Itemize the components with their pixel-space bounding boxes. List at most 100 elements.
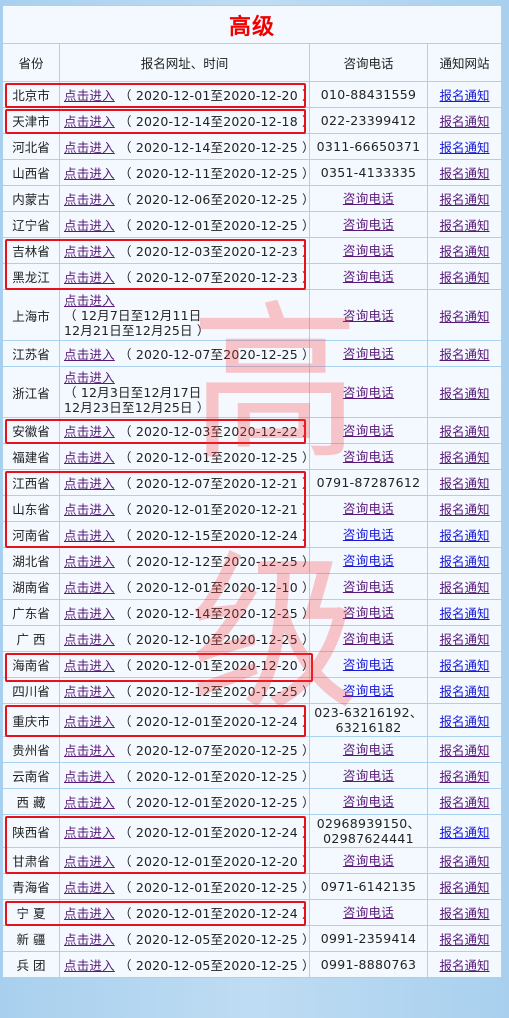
enter-link[interactable]: 点击进入 [64, 347, 115, 362]
phone-link[interactable]: 咨询电话 [343, 905, 394, 920]
phone-link[interactable]: 咨询电话 [343, 853, 394, 868]
notice-link[interactable]: 报名通知 [440, 795, 490, 810]
enter-link[interactable]: 点击进入 [64, 244, 115, 259]
phone-link[interactable]: 咨询电话 [343, 501, 394, 516]
phone-link[interactable]: 咨询电话 [343, 768, 394, 783]
enter-link[interactable]: 点击进入 [64, 632, 115, 647]
notice-link[interactable]: 报名通知 [440, 192, 490, 207]
enter-link[interactable]: 点击进入 [64, 192, 115, 207]
notice-link[interactable]: 报名通知 [440, 244, 490, 259]
enter-link[interactable]: 点击进入 [64, 502, 115, 517]
enter-link[interactable]: 点击进入 [64, 270, 115, 285]
notice-link[interactable]: 报名通知 [440, 502, 490, 517]
notice-link[interactable]: 报名通知 [440, 309, 490, 324]
registration-cell: 点击进入 （ 2020-12-07至2020-12-23 ） [59, 263, 315, 290]
notice-link[interactable]: 报名通知 [440, 218, 490, 233]
phone-number: 0991-8880763 [320, 957, 417, 972]
phone-cell: 咨询电话 [309, 211, 428, 238]
notice-link[interactable]: 报名通知 [440, 476, 490, 491]
notice-link[interactable]: 报名通知 [440, 347, 490, 362]
enter-link[interactable]: 点击进入 [64, 958, 115, 973]
enter-link[interactable]: 点击进入 [64, 825, 115, 840]
enter-link[interactable]: 点击进入 [64, 88, 115, 103]
notice-link[interactable]: 报名通知 [440, 658, 490, 673]
province-cell: 新 疆 [2, 925, 60, 952]
notice-link[interactable]: 报名通知 [440, 632, 490, 647]
notice-link[interactable]: 报名通知 [440, 386, 490, 401]
notice-link[interactable]: 报名通知 [440, 580, 490, 595]
notice-link[interactable]: 报名通知 [440, 424, 490, 439]
province-cell: 四川省 [2, 677, 60, 704]
enter-link[interactable]: 点击进入 [64, 293, 115, 308]
phone-link[interactable]: 咨询电话 [343, 742, 394, 757]
notice-link[interactable]: 报名通知 [440, 769, 490, 784]
notice-link[interactable]: 报名通知 [440, 684, 490, 699]
table-row: 河南省 点击进入 （ 2020-12-15至2020-12-24 ） 咨询电话 报名通… [2, 521, 503, 548]
notice-link[interactable]: 报名通知 [440, 743, 490, 758]
enter-link[interactable]: 点击进入 [64, 218, 115, 233]
notice-link[interactable]: 报名通知 [440, 906, 490, 921]
enter-link[interactable]: 点击进入 [64, 795, 115, 810]
enter-link[interactable]: 点击进入 [64, 166, 115, 181]
table-row: 天津市 点击进入 （ 2020-12-14至2020-12-18 ） 022-233… [2, 107, 503, 134]
phone-link[interactable]: 咨询电话 [343, 191, 394, 206]
phone-link[interactable]: 咨询电话 [343, 385, 394, 400]
notice-link[interactable]: 报名通知 [440, 606, 490, 621]
province-cell: 江西省 [2, 469, 60, 496]
registration-period: （ 2020-12-01至2020-12-25 ） [114, 218, 315, 233]
phone-link[interactable]: 咨询电话 [343, 308, 394, 323]
notice-link[interactable]: 报名通知 [440, 854, 490, 869]
notice-link[interactable]: 报名通知 [440, 554, 490, 569]
notice-link[interactable]: 报名通知 [440, 270, 490, 285]
phone-link[interactable]: 咨询电话 [343, 449, 394, 464]
enter-link[interactable]: 点击进入 [64, 932, 115, 947]
province-cell: 江苏省 [2, 340, 60, 367]
notice-link[interactable]: 报名通知 [440, 958, 490, 973]
phone-link[interactable]: 咨询电话 [343, 423, 394, 438]
notice-link[interactable]: 报名通知 [440, 450, 490, 465]
enter-link[interactable]: 点击进入 [64, 714, 115, 729]
phone-link[interactable]: 咨询电话 [343, 657, 394, 672]
notice-link[interactable]: 报名通知 [440, 88, 490, 103]
phone-link[interactable]: 咨询电话 [343, 605, 394, 620]
notice-link[interactable]: 报名通知 [440, 166, 490, 181]
enter-link[interactable]: 点击进入 [64, 880, 115, 895]
phone-link[interactable]: 咨询电话 [343, 794, 394, 809]
enter-link[interactable]: 点击进入 [64, 554, 115, 569]
table-row: 四川省 点击进入 （ 2020-12-12至2020-12-25 ） 咨询电话 报名通… [2, 677, 503, 704]
registration-cell: 点击进入 （ 2020-12-14至2020-12-18 ） [59, 107, 315, 134]
notice-link[interactable]: 报名通知 [440, 140, 490, 155]
phone-link[interactable]: 咨询电话 [343, 217, 394, 232]
enter-link[interactable]: 点击进入 [64, 140, 115, 155]
enter-link[interactable]: 点击进入 [64, 114, 115, 129]
enter-link[interactable]: 点击进入 [64, 743, 115, 758]
enter-link[interactable]: 点击进入 [64, 476, 115, 491]
notice-link[interactable]: 报名通知 [440, 528, 490, 543]
phone-link[interactable]: 咨询电话 [343, 553, 394, 568]
enter-link[interactable]: 点击进入 [64, 450, 115, 465]
notice-link[interactable]: 报名通知 [440, 114, 490, 129]
notice-link[interactable]: 报名通知 [440, 932, 490, 947]
enter-link[interactable]: 点击进入 [64, 424, 115, 439]
enter-link[interactable]: 点击进入 [64, 606, 115, 621]
enter-link[interactable]: 点击进入 [64, 580, 115, 595]
phone-link[interactable]: 咨询电话 [343, 346, 394, 361]
registration-cell: 点击进入（ 12月3日至12月17日 12月23日至12月25日 ） [59, 366, 310, 418]
enter-link[interactable]: 点击进入 [64, 658, 115, 673]
enter-link[interactable]: 点击进入 [64, 528, 115, 543]
phone-link[interactable]: 咨询电话 [343, 243, 394, 258]
notice-link[interactable]: 报名通知 [440, 714, 490, 729]
phone-link[interactable]: 咨询电话 [343, 631, 394, 646]
phone-link[interactable]: 咨询电话 [343, 579, 394, 594]
enter-link[interactable]: 点击进入 [64, 684, 115, 699]
notice-link[interactable]: 报名通知 [440, 880, 490, 895]
phone-link[interactable]: 咨询电话 [343, 269, 394, 284]
enter-link[interactable]: 点击进入 [64, 906, 115, 921]
enter-link[interactable]: 点击进入 [64, 370, 115, 385]
phone-link[interactable]: 咨询电话 [343, 527, 394, 542]
phone-link[interactable]: 咨询电话 [343, 683, 394, 698]
table-row: 青海省 点击进入 （ 2020-12-01至2020-12-25 ） 0971-61… [2, 873, 503, 900]
notice-link[interactable]: 报名通知 [440, 825, 490, 840]
enter-link[interactable]: 点击进入 [64, 769, 115, 784]
enter-link[interactable]: 点击进入 [64, 854, 115, 869]
